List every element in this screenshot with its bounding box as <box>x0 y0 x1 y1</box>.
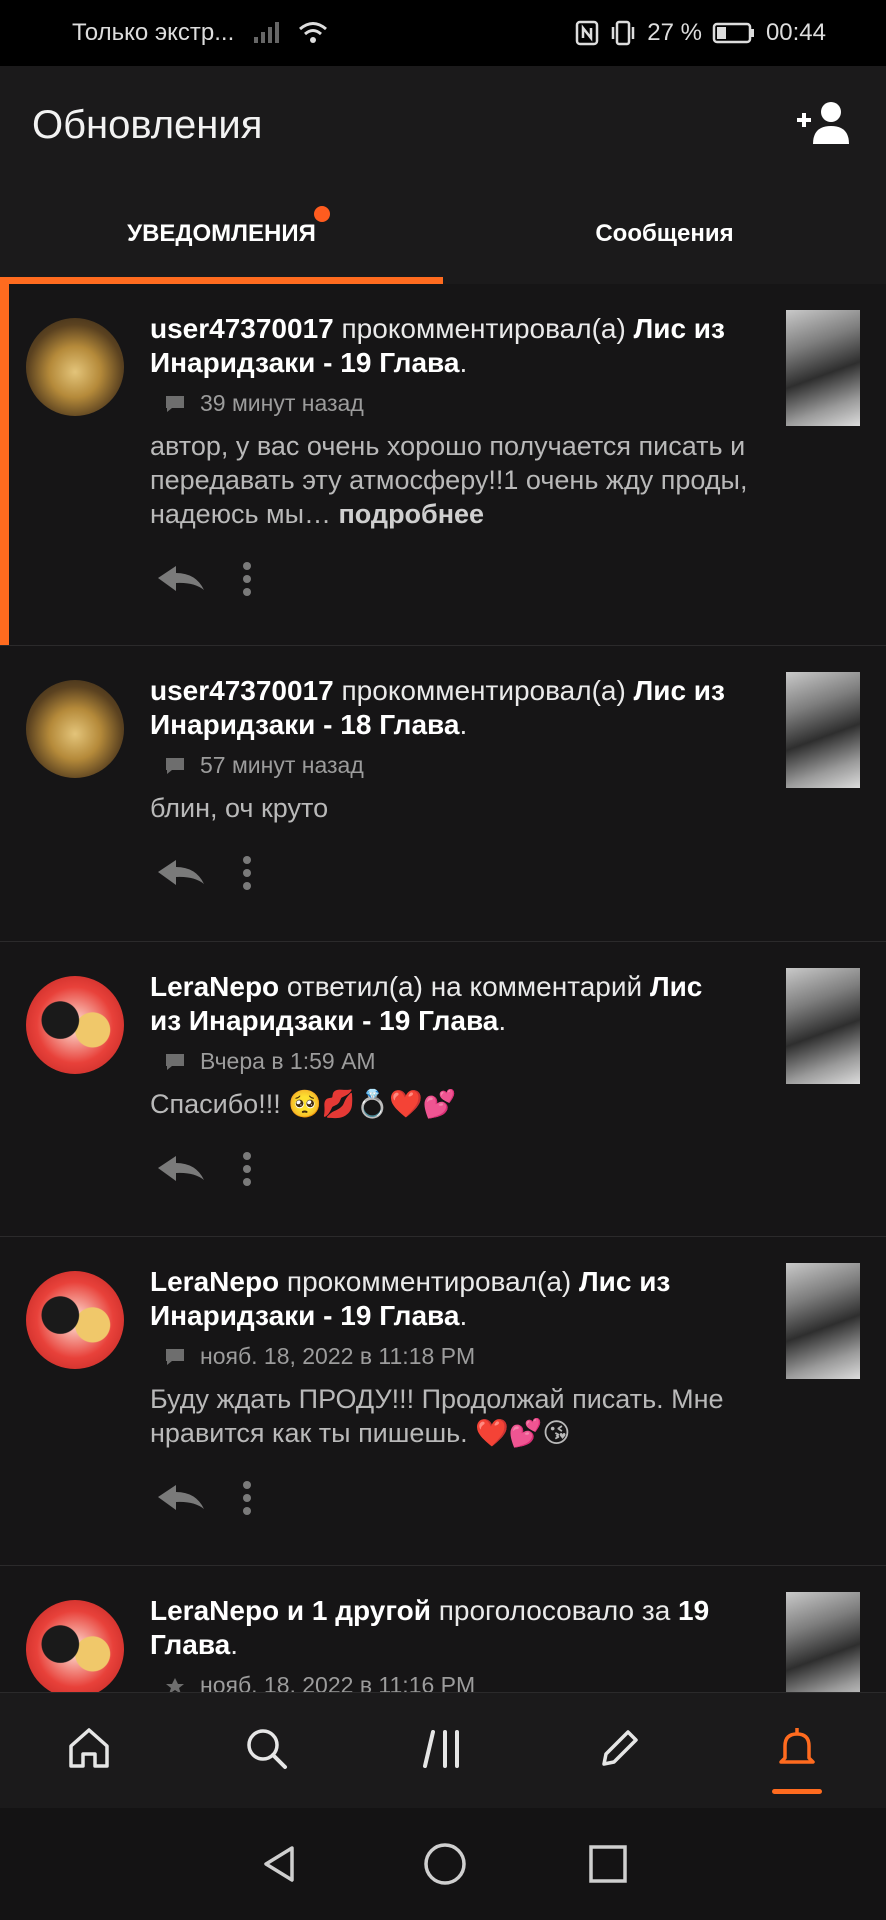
notification-actions <box>150 1450 860 1546</box>
nav-search[interactable] <box>177 1693 354 1808</box>
comment-text: Спасибо!!! 🥺💋💍❤️💕 <box>150 1089 457 1119</box>
reply-button[interactable] <box>156 1483 206 1513</box>
vibrate-icon <box>609 20 637 46</box>
nfc-icon <box>575 20 599 46</box>
page-title: Обновления <box>32 102 263 147</box>
app-header: Обновления <box>0 66 886 184</box>
notification-meta: Вчера в 1:59 AM <box>150 1048 860 1075</box>
nav-library[interactable] <box>354 1693 531 1808</box>
notification-meta: 39 минут назад <box>150 390 860 417</box>
more-options-button[interactable] <box>242 561 252 597</box>
reply-button[interactable] <box>156 1154 206 1184</box>
comment-text: Буду ждать ПРОДУ!!! Продолжай писать. Мн… <box>150 1384 724 1448</box>
nav-write[interactable] <box>532 1693 709 1808</box>
notification-headline[interactable]: user47370017 прокомментировал(а) Лис из … <box>150 312 860 380</box>
tab-notifications[interactable]: УВЕДОМЛЕНИЯ <box>0 184 443 284</box>
notification-headline[interactable]: user47370017 прокомментировал(а) Лис из … <box>150 674 860 742</box>
comment-icon <box>164 1347 186 1367</box>
tab-messages[interactable]: Сообщения <box>443 184 886 284</box>
search-icon <box>242 1724 290 1777</box>
notification-feed[interactable]: user47370017 прокомментировал(а) Лис из … <box>0 284 886 1692</box>
vote-icon <box>164 1676 186 1692</box>
home-icon <box>65 1724 113 1777</box>
back-button[interactable] <box>258 1842 302 1886</box>
notification-meta: нояб. 18, 2022 в 11:16 PM <box>150 1672 860 1692</box>
status-bar: Только экстр... 27 % 00:44 <box>0 0 886 66</box>
action-text: ответил(а) на комментарий <box>279 971 650 1002</box>
story-cover-thumbnail[interactable] <box>786 672 860 788</box>
timestamp: нояб. 18, 2022 в 11:16 PM <box>200 1672 476 1692</box>
story-cover-thumbnail[interactable] <box>786 1263 860 1379</box>
avatar[interactable] <box>26 680 124 778</box>
comment-text: блин, оч круто <box>150 793 329 823</box>
signal-icon <box>252 21 280 45</box>
unread-dot <box>313 206 330 222</box>
avatar[interactable] <box>26 1271 124 1369</box>
story-cover-thumbnail[interactable] <box>786 1592 860 1692</box>
comment-icon <box>164 394 186 414</box>
username[interactable]: LeraNepo <box>150 1266 279 1297</box>
notification-meta: 57 минут назад <box>150 752 860 779</box>
notification-headline[interactable]: LeraNepo ответил(а) на комментарий Лис и… <box>150 970 860 1038</box>
battery-percent: 27 % <box>647 19 702 46</box>
notification-headline[interactable]: LeraNepo прокомментировал(а) Лис из Инар… <box>150 1265 860 1333</box>
tab-notifications-label: УВЕДОМЛЕНИЯ <box>127 220 316 247</box>
nav-home[interactable] <box>0 1693 177 1808</box>
bell-icon <box>773 1724 821 1777</box>
battery-icon <box>712 21 756 45</box>
notification-item[interactable]: LeraNepo и 1 другой проголосовало за 19 … <box>0 1566 886 1692</box>
wifi-icon <box>298 21 328 45</box>
avatar[interactable] <box>26 1600 124 1692</box>
read-more-link[interactable]: подробнее <box>331 499 484 529</box>
notification-meta: нояб. 18, 2022 в 11:18 PM <box>150 1343 860 1370</box>
username[interactable]: user47370017 <box>150 313 334 344</box>
action-text: прокомментировал(а) <box>333 313 634 344</box>
notification-actions <box>150 1121 860 1217</box>
nav-notifications[interactable] <box>709 1693 886 1808</box>
notification-actions <box>150 531 860 627</box>
username[interactable]: LeraNepo <box>150 971 279 1002</box>
comment-icon <box>164 756 186 776</box>
write-icon <box>596 1724 644 1777</box>
action-text: проголосовало за <box>430 1595 679 1626</box>
bottom-navigation <box>0 1692 886 1808</box>
notification-item[interactable]: user47370017 прокомментировал(а) Лис из … <box>0 646 886 942</box>
add-user-button[interactable] <box>790 93 854 157</box>
reply-button[interactable] <box>156 564 206 594</box>
username[interactable]: LeraNepo и 1 другой <box>150 1595 431 1626</box>
avatar[interactable] <box>26 318 124 416</box>
more-options-button[interactable] <box>242 1480 252 1516</box>
library-icon <box>419 1724 467 1777</box>
clock: 00:44 <box>765 19 826 46</box>
home-system-button[interactable] <box>422 1841 468 1887</box>
username[interactable]: user47370017 <box>150 675 334 706</box>
more-options-button[interactable] <box>242 1151 252 1187</box>
timestamp: 57 минут назад <box>200 752 364 778</box>
timestamp: нояб. 18, 2022 в 11:18 PM <box>200 1343 476 1369</box>
action-text: прокомментировал(а) <box>279 1266 579 1297</box>
notification-headline[interactable]: LeraNepo и 1 другой проголосовало за 19 … <box>150 1594 860 1662</box>
tab-messages-label: Сообщения <box>595 220 734 247</box>
action-text: прокомментировал(а) <box>333 675 634 706</box>
story-cover-thumbnail[interactable] <box>786 310 860 426</box>
comment-icon <box>164 1052 186 1072</box>
timestamp: 39 минут назад <box>200 390 364 416</box>
avatar[interactable] <box>26 976 124 1074</box>
notification-item[interactable]: user47370017 прокомментировал(а) Лис из … <box>0 284 886 646</box>
more-options-button[interactable] <box>242 855 252 891</box>
comment-text: автор, у вас очень хорошо получается пис… <box>150 431 748 529</box>
notification-actions <box>150 825 860 921</box>
story-cover-thumbnail[interactable] <box>786 968 860 1084</box>
reply-button[interactable] <box>156 858 206 888</box>
timestamp: Вчера в 1:59 AM <box>200 1048 376 1074</box>
carrier-text: Только экстр... <box>72 19 235 46</box>
notification-item[interactable]: LeraNepo ответил(а) на комментарий Лис и… <box>0 942 886 1237</box>
add-user-icon <box>793 100 851 151</box>
notification-item[interactable]: LeraNepo прокомментировал(а) Лис из Инар… <box>0 1237 886 1566</box>
recents-button[interactable] <box>588 1844 628 1884</box>
tab-bar: УВЕДОМЛЕНИЯ Сообщения <box>0 184 886 284</box>
system-navigation <box>0 1808 886 1920</box>
